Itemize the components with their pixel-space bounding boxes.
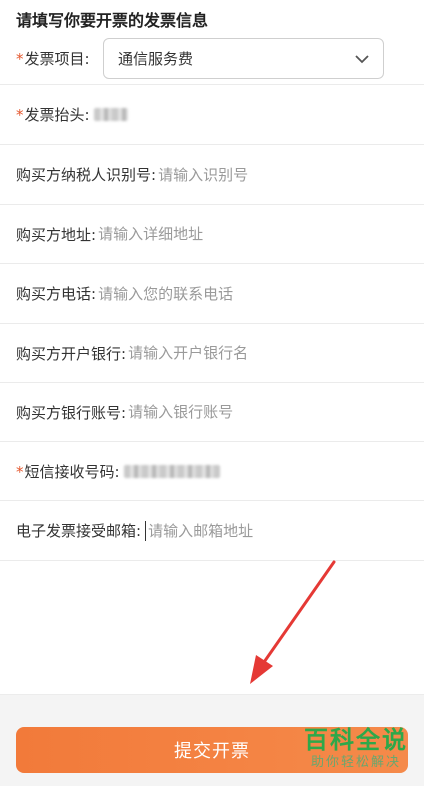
watermark-logo: 百科全说 助你轻松解决 <box>298 726 414 772</box>
sms-phone-value-blurred[interactable] <box>123 464 220 478</box>
sms-phone-row: *短信接收号码: <box>0 442 424 501</box>
invoice-header-row: *发票抬头: <box>0 85 424 145</box>
email-label: 电子发票接受邮箱: <box>16 522 142 540</box>
phone-label: 购买方电话: <box>16 285 97 303</box>
invoice-item-value: 通信服务费 <box>118 50 194 68</box>
invoice-item-label-text: 发票项目: <box>24 50 90 68</box>
phone-input[interactable] <box>98 284 424 303</box>
chevron-down-icon <box>355 55 369 64</box>
bank-label: 购买方开户银行: <box>16 344 127 363</box>
address-label: 购买方地址: <box>16 225 97 244</box>
bank-account-input[interactable] <box>128 403 424 421</box>
bank-row: 购买方开户银行: <box>0 324 424 383</box>
text-cursor <box>145 520 147 541</box>
invoice-item-label: *发票项目: <box>16 48 90 69</box>
address-row: 购买方地址: <box>0 205 424 264</box>
email-row: 电子发票接受邮箱: <box>0 501 424 561</box>
bank-input[interactable] <box>128 344 424 362</box>
invoice-item-select[interactable]: 通信服务费 <box>103 38 384 79</box>
address-input[interactable] <box>98 225 424 243</box>
required-mark: * <box>16 106 24 124</box>
email-input[interactable] <box>148 521 424 540</box>
sms-phone-label: 短信接收号码: <box>24 462 120 481</box>
bank-account-label: 购买方银行账号: <box>16 403 127 422</box>
watermark-subtitle: 助你轻松解决 <box>310 755 401 770</box>
phone-row: 购买方电话: <box>0 264 424 324</box>
invoice-header-value-blurred[interactable] <box>93 108 128 121</box>
watermark-title: 百科全说 <box>304 726 408 754</box>
taxpayer-id-label: 购买方纳税人识别号: <box>16 166 157 184</box>
section-title: 请填写你要开票的发票信息 <box>16 11 209 30</box>
taxpayer-id-input[interactable] <box>158 165 424 184</box>
required-mark: * <box>16 462 24 481</box>
bank-account-row: 购买方银行账号: <box>0 383 424 442</box>
invoice-header-label: 发票抬头: <box>24 106 90 124</box>
required-mark: * <box>16 50 24 68</box>
taxpayer-id-row: 购买方纳税人识别号: <box>0 145 424 205</box>
